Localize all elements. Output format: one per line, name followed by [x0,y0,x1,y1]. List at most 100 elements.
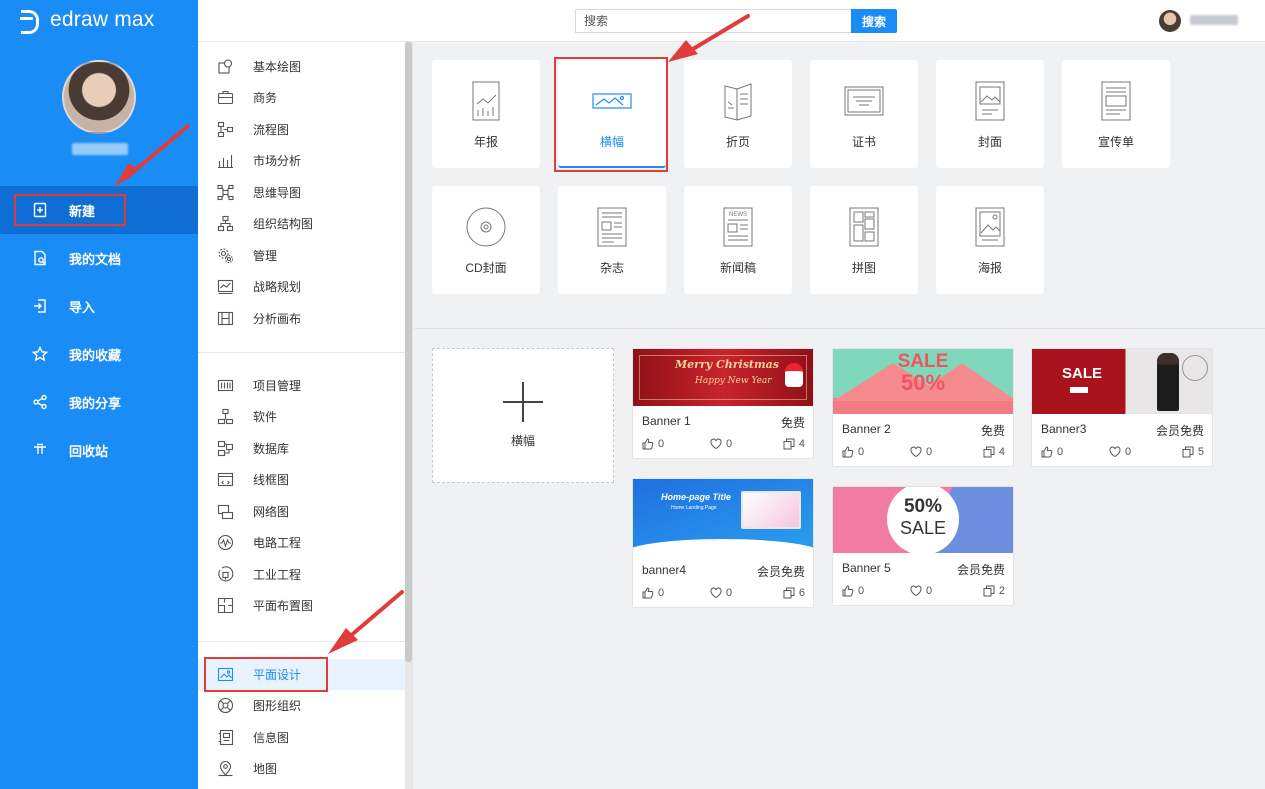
like-count[interactable]: 0 [842,446,864,458]
mind-map-icon [217,184,234,201]
santa-icon [785,363,803,387]
category-management[interactable]: 管理 [198,240,406,271]
category-market-analysis[interactable]: 市场分析 [198,145,406,176]
sidebar-item-favorites[interactable]: 我的收藏 [0,330,198,378]
category-strategy-planning[interactable]: 战略规划 [198,271,406,302]
cover-icon [969,80,1011,122]
search-button[interactable]: 搜索 [851,9,897,33]
my-documents-icon [32,250,48,266]
sidebar-item-recycle-bin[interactable]: 回收站 [0,426,198,474]
category-project-management[interactable]: 项目管理 [198,370,406,401]
thumbs-up-icon [842,585,854,597]
gantt-icon [217,377,234,394]
category-flowchart[interactable]: 流程图 [198,114,406,145]
username-blurred-small[interactable] [1190,15,1238,25]
infographic-icon [217,729,234,746]
copy-count[interactable]: 4 [783,438,805,450]
app-logo[interactable]: edraw max [20,8,155,34]
category-business[interactable]: 商务 [198,82,406,113]
type-card-certificate[interactable]: 证书 [810,60,918,168]
category-wireframe[interactable]: 线框图 [198,464,406,495]
template-card[interactable]: Home-page Title Home Landing Page banner… [632,478,814,608]
basic-shapes-icon [217,58,234,75]
category-divider [198,352,406,353]
template-type-grid: 年报 横幅 折页 证书 封面 宣传单 CD封面 杂志 NEWS 新闻稿 拼图 海… [414,42,1265,329]
strategy-icon [217,278,234,295]
graphic-organizer-icon [217,697,234,714]
category-graphic-design[interactable]: 平面设计 [198,659,406,690]
like-count[interactable]: 0 [1041,446,1063,458]
template-thumbnail: Merry Christmas Happy New Year [633,349,813,406]
briefcase-icon [217,89,234,106]
sidebar-item-label: 我的分享 [69,395,122,411]
sidebar-item-new[interactable]: 新建 [0,186,198,234]
category-database[interactable]: 数据库 [198,433,406,464]
poster-icon [969,206,1011,248]
copy-count[interactable]: 2 [983,585,1005,597]
collage-icon [843,206,885,248]
scrollbar-thumb[interactable] [405,42,412,662]
certificate-icon [843,80,885,122]
category-map[interactable]: 地图 [198,753,406,784]
bar-chart-icon [217,152,234,169]
category-scrollbar[interactable] [405,42,412,789]
category-basic-drawing[interactable]: 基本绘图 [198,51,406,82]
type-card-banner[interactable]: 横幅 [558,60,666,168]
type-card-cd-cover[interactable]: CD封面 [432,186,540,294]
template-card[interactable]: 50% SALE Banner 5 会员免费 0 0 2 [832,486,1014,606]
monitor-icon [741,491,801,529]
search-input[interactable] [575,9,851,33]
template-card[interactable]: SALE 50% Banner 2 免费 0 0 4 [832,348,1014,467]
annual-report-icon [465,80,507,122]
user-avatar-small[interactable] [1159,10,1181,32]
category-graphic-organizer[interactable]: 图形组织 [198,690,406,721]
copy-count[interactable]: 5 [1182,446,1204,458]
type-card-collage[interactable]: 拼图 [810,186,918,294]
favorite-count[interactable]: 0 [710,438,732,450]
like-count[interactable]: 0 [642,587,664,599]
edraw-logo-icon [20,9,42,34]
template-card[interactable]: SALE Banner3 会员免费 0 0 5 [1031,348,1213,467]
category-floor-plan[interactable]: 平面布置图 [198,590,406,621]
type-card-poster[interactable]: 海报 [936,186,1044,294]
sidebar-item-import[interactable]: 导入 [0,282,198,330]
category-network[interactable]: 网络图 [198,496,406,527]
type-card-magazine[interactable]: 杂志 [558,186,666,294]
category-industrial[interactable]: 工业工程 [198,559,406,590]
new-blank-template[interactable]: 横幅 [432,348,614,483]
category-circuit[interactable]: 电路工程 [198,527,406,558]
sidebar-item-label: 我的文档 [69,251,122,267]
category-analysis-canvas[interactable]: 分析画布 [198,303,406,334]
type-card-annual-report[interactable]: 年报 [432,60,540,168]
thumbs-up-icon [642,587,654,599]
like-count[interactable]: 0 [842,585,864,597]
flyer-icon [1095,80,1137,122]
svg-text:NEWS: NEWS [729,212,747,218]
model-figure [1157,353,1179,411]
circuit-icon [217,534,234,551]
sidebar-item-my-documents[interactable]: 我的文档 [0,234,198,282]
type-card-flyer[interactable]: 宣传单 [1062,60,1170,168]
category-infographic[interactable]: 信息图 [198,722,406,753]
favorite-count[interactable]: 0 [910,446,932,458]
like-count[interactable]: 0 [642,438,664,450]
type-card-brochure[interactable]: 折页 [684,60,792,168]
template-thumbnail: Home-page Title Home Landing Page [633,479,813,555]
heart-icon [1109,446,1121,458]
template-card[interactable]: Merry Christmas Happy New Year Banner 1 … [632,348,814,459]
favorite-count[interactable]: 0 [710,587,732,599]
floor-plan-icon [217,597,234,614]
type-card-press-release[interactable]: NEWS 新闻稿 [684,186,792,294]
user-avatar[interactable] [62,60,136,134]
favorite-count[interactable]: 0 [910,585,932,597]
type-card-cover[interactable]: 封面 [936,60,1044,168]
copy-count[interactable]: 6 [783,587,805,599]
category-software[interactable]: 软件 [198,401,406,432]
copy-count[interactable]: 4 [983,446,1005,458]
category-mind-map[interactable]: 思维导图 [198,177,406,208]
software-icon [217,408,234,425]
thumbs-up-icon [842,446,854,458]
sidebar-item-shares[interactable]: 我的分享 [0,378,198,426]
category-org-chart[interactable]: 组织结构图 [198,208,406,239]
favorite-count[interactable]: 0 [1109,446,1131,458]
